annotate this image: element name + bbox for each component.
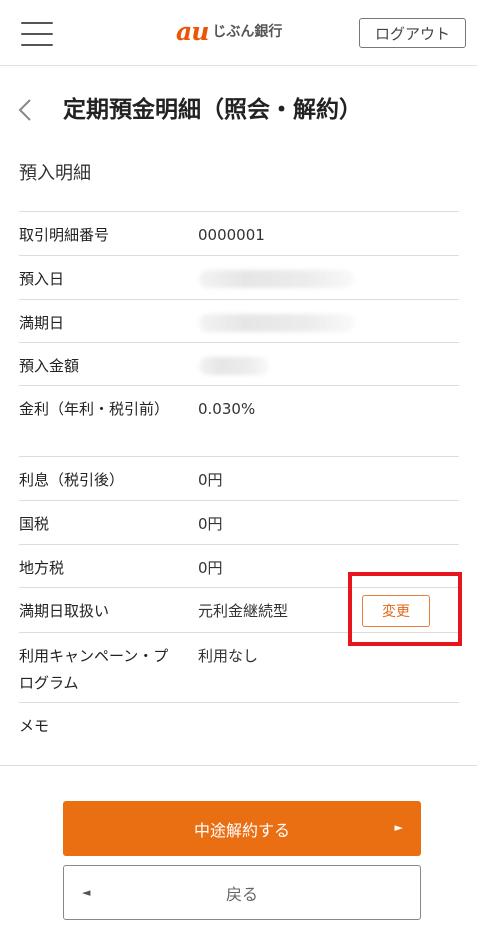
table-row: 預入金額 bbox=[19, 343, 459, 386]
row-value: 0.030% bbox=[198, 400, 256, 418]
deposit-detail-table: 取引明細番号 0000001 預入日 満期日 預入金額 金利（年利・税引前） 0… bbox=[19, 211, 462, 750]
cancel-deposit-label: 中途解約する bbox=[193, 820, 290, 840]
row-value: 元利金継続型 bbox=[198, 602, 289, 620]
table-row: メモ bbox=[19, 703, 459, 750]
redacted-value bbox=[199, 314, 354, 332]
table-row: 利息（税引後） 0円 bbox=[19, 457, 459, 501]
logout-button[interactable]: ログアウト bbox=[359, 18, 466, 48]
back-button[interactable]: ◄ 戻る bbox=[63, 865, 421, 920]
table-row: 金利（年利・税引前） 0.030% bbox=[19, 386, 459, 457]
logo-brand: au bbox=[176, 17, 209, 46]
row-label: 利息（税引後） bbox=[19, 471, 125, 489]
row-label: 満期日取扱い bbox=[19, 602, 110, 620]
row-label: 預入金額 bbox=[19, 357, 80, 375]
logo-bank-name: じぶん銀行 bbox=[212, 24, 283, 40]
cancel-deposit-button[interactable]: 中途解約する ► bbox=[63, 801, 421, 856]
table-row: 国税 0円 bbox=[19, 501, 459, 545]
page-title-row: 定期預金明細（照会・解約） bbox=[0, 88, 477, 132]
redacted-value bbox=[199, 357, 269, 375]
table-row: 満期日取扱い 元利金継続型 変更 bbox=[19, 572, 462, 646]
change-maturity-button[interactable]: 変更 bbox=[362, 595, 430, 627]
back-label: 戻る bbox=[225, 884, 258, 904]
row-value: 0円 bbox=[198, 471, 223, 489]
app-header: au じぶん銀行 ログアウト bbox=[0, 0, 477, 66]
table-row: 利用キャンペーン・プログラム 利用なし bbox=[19, 633, 459, 703]
redacted-value bbox=[199, 270, 354, 288]
row-label: 利用キャンペーン・プログラム bbox=[19, 647, 169, 692]
table-row: 取引明細番号 0000001 bbox=[19, 212, 459, 256]
table-row: 地方税 0円 bbox=[19, 545, 459, 588]
arrow-left-icon: ◄ bbox=[82, 886, 91, 899]
row-label: 地方税 bbox=[19, 559, 65, 577]
bank-logo[interactable]: au じぶん銀行 bbox=[176, 17, 283, 46]
section-title: 預入明細 bbox=[19, 163, 91, 184]
row-value: 0000001 bbox=[198, 226, 265, 244]
chevron-left-icon[interactable] bbox=[14, 94, 38, 126]
row-label: 預入日 bbox=[19, 270, 65, 288]
row-value: 0円 bbox=[198, 559, 223, 577]
row-value: 利用なし bbox=[198, 647, 259, 665]
divider bbox=[0, 765, 477, 766]
page-title: 定期預金明細（照会・解約） bbox=[63, 97, 362, 123]
table-row: 満期日 bbox=[19, 300, 459, 343]
arrow-right-icon: ► bbox=[394, 821, 403, 834]
table-row: 預入日 bbox=[19, 256, 459, 300]
row-label: メモ bbox=[19, 717, 50, 735]
row-value: 0円 bbox=[198, 515, 223, 533]
row-label: 国税 bbox=[19, 515, 50, 533]
row-label: 満期日 bbox=[19, 314, 65, 332]
hamburger-menu-icon[interactable] bbox=[21, 20, 53, 48]
row-label: 金利（年利・税引前） bbox=[19, 400, 170, 418]
row-label: 取引明細番号 bbox=[19, 226, 110, 244]
